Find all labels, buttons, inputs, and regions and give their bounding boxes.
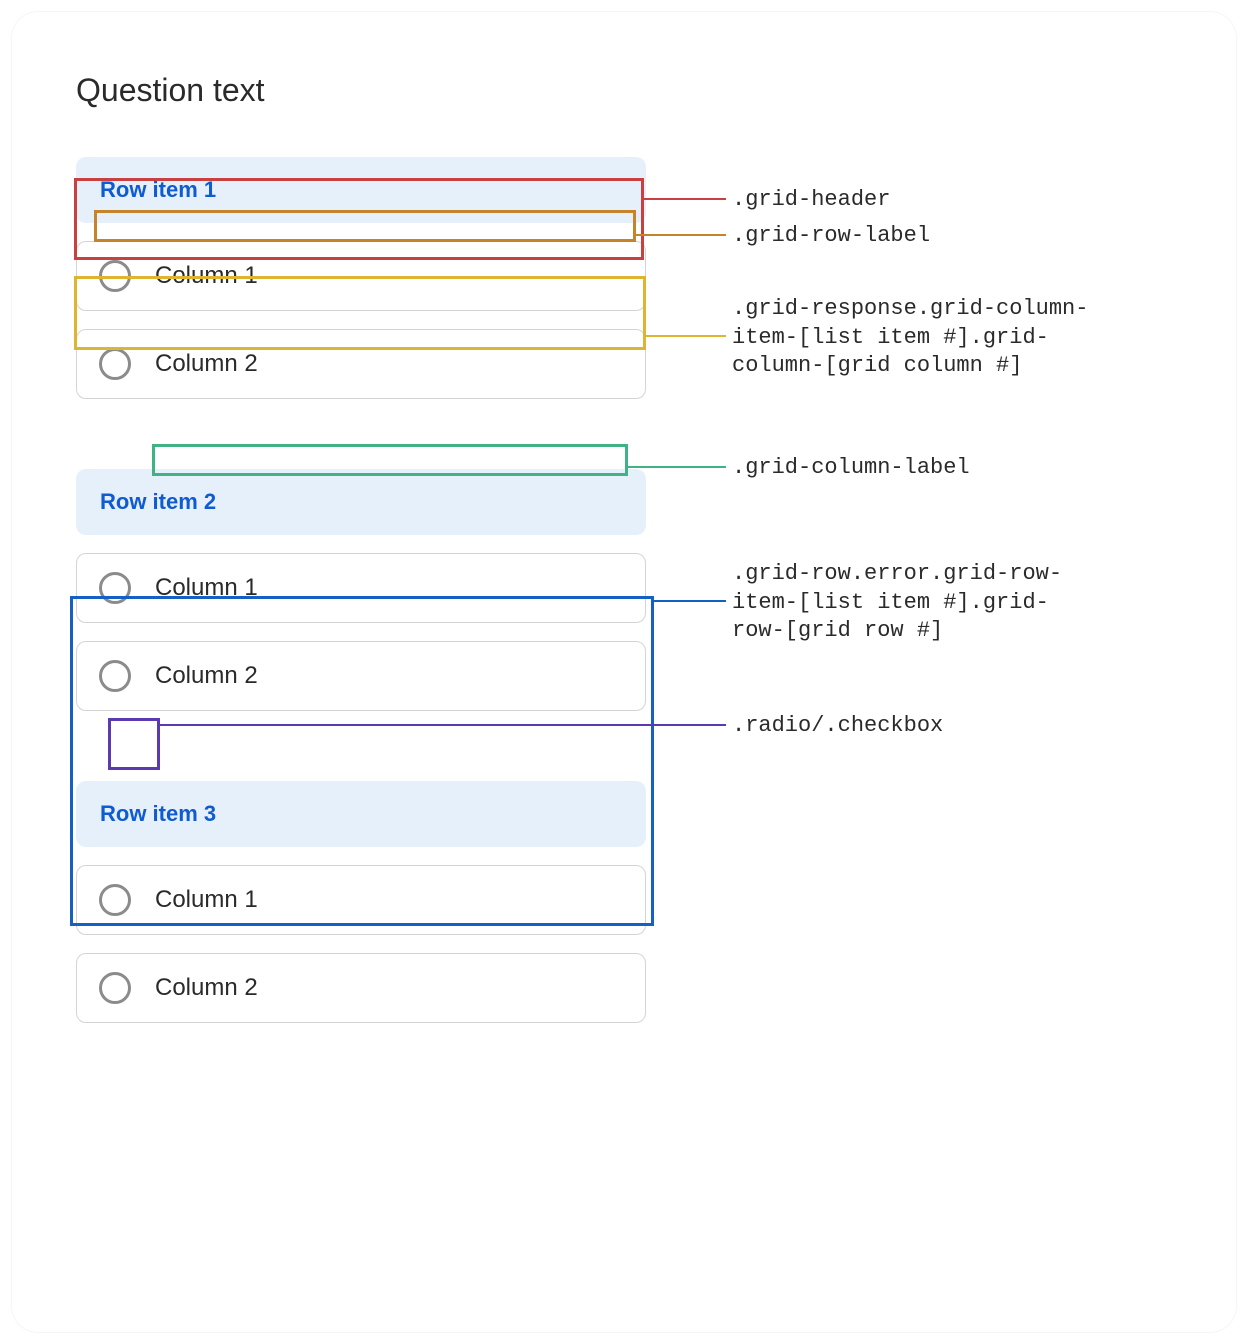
grid-column-label: Column 1 [155, 886, 258, 914]
radio-icon[interactable] [99, 260, 131, 292]
grid-response-r1c1[interactable]: Column 1 [76, 241, 646, 311]
highlight-radio [108, 718, 160, 770]
leader-line [160, 724, 726, 726]
grid-row-label: Row item 1 [100, 177, 622, 203]
grid-response-r3c1[interactable]: Column 1 [76, 865, 646, 935]
radio-icon[interactable] [99, 572, 131, 604]
radio-icon[interactable] [99, 660, 131, 692]
grid-response-r2c2[interactable]: Column 2 [76, 641, 646, 711]
grid-column-label: Column 2 [155, 662, 258, 690]
grid-header: Row item 2 [76, 469, 646, 535]
leader-line [644, 198, 726, 200]
annotation-grid-row-error: .grid-row.error.grid-row- item-[list ite… [732, 560, 1062, 646]
grid-header: Row item 1 [76, 157, 646, 223]
grid-column-label: Column 1 [155, 574, 258, 602]
grid-row-label: Row item 2 [100, 489, 622, 515]
grid-row-3: Row item 3 Column 1 Column 2 [76, 781, 1172, 1023]
leader-line [636, 234, 726, 236]
grid-response-r2c1[interactable]: Column 1 [76, 553, 646, 623]
question-title: Question text [76, 72, 1172, 109]
leader-line [646, 335, 726, 337]
annotation-grid-row-label: .grid-row-label [732, 222, 930, 251]
leader-line [628, 466, 726, 468]
annotation-radio: .radio/.checkbox [732, 712, 943, 741]
radio-icon[interactable] [99, 348, 131, 380]
grid-column-label: Column 1 [155, 262, 258, 290]
grid-row-label: Row item 3 [100, 801, 622, 827]
grid-column-label: Column 2 [155, 974, 258, 1002]
annotation-grid-response: .grid-response.grid-column- item-[list i… [732, 295, 1088, 381]
grid-response-r1c2[interactable]: Column 2 [76, 329, 646, 399]
radio-icon[interactable] [99, 884, 131, 916]
radio-icon[interactable] [99, 972, 131, 1004]
grid-header: Row item 3 [76, 781, 646, 847]
leader-line [654, 600, 726, 602]
grid-column-label: Column 2 [155, 350, 258, 378]
grid-response-r3c2[interactable]: Column 2 [76, 953, 646, 1023]
annotation-grid-header: .grid-header [732, 186, 890, 215]
annotation-grid-column-label: .grid-column-label [732, 454, 970, 483]
